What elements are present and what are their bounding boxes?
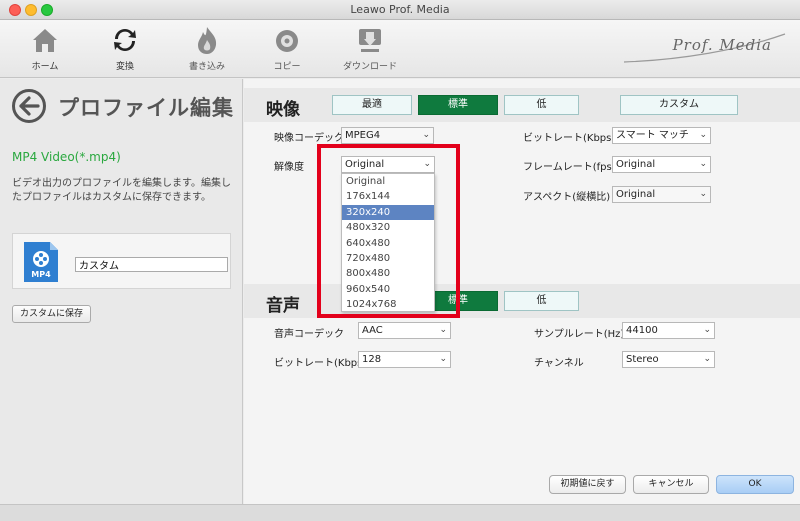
settings-panel: 映像 最適 標準 低 カスタム 映像コーデック MPEG4 ⌄ 解像度 Origi… [244,79,800,504]
channel-label: チャンネル [534,358,584,369]
main-toolbar: ホーム 変換 書き込み コピー ダウンロード Prof. Media [0,20,800,78]
reset-defaults-button[interactable]: 初期値に戻す [549,475,626,494]
profile-sidebar: プロファイル編集 MP4 Video(*.mp4) ビデオ出力のプロファイルを編… [0,79,243,504]
aspect-select[interactable]: Original ⌄ [612,186,711,203]
audio-settings: 音声コーデック AAC ⌄ ビットレート(Kbps) 128 ⌄ サンプルレート(H… [244,318,800,388]
video-quality-custom-button[interactable]: カスタム [620,95,738,115]
audio-codec-select[interactable]: AAC ⌄ [358,322,451,339]
video-quality-best-button[interactable]: 最適 [332,95,412,115]
audio-bitrate-label: ビットレート(Kbps) [274,358,367,369]
chevron-down-icon: ⌄ [699,130,707,140]
chevron-down-icon: ⌄ [703,354,711,364]
video-quality-standard-button[interactable]: 標準 [418,95,498,115]
video-bitrate-label: ビットレート(Kbps) [523,133,616,144]
toolbar-home-button[interactable]: ホーム [10,24,80,72]
flame-icon [172,24,242,56]
highlight-annotation-box [317,144,460,318]
save-custom-button[interactable]: カスタムに保存 [12,305,92,323]
video-bitrate-select[interactable]: スマート マッチ ⌄ [612,127,711,144]
disc-icon [252,24,322,56]
channel-select[interactable]: Stereo ⌄ [622,351,715,368]
profile-card: MP4 [12,233,231,289]
chevron-down-icon: ⌄ [439,325,447,335]
video-codec-select[interactable]: MPEG4 ⌄ [341,127,434,144]
chevron-down-icon: ⌄ [439,354,447,364]
toolbar-convert-button[interactable]: 変換 [90,24,160,72]
profile-name-input[interactable] [75,257,228,272]
convert-icon [90,24,160,56]
download-icon [335,24,405,56]
aspect-label: アスペクト(縦横比) [523,192,611,203]
chevron-down-icon: ⌄ [699,159,707,169]
chevron-down-icon: ⌄ [703,325,711,335]
mp4-file-icon: MP4 [22,240,60,284]
samplerate-select[interactable]: 44100 ⌄ [622,322,715,339]
brand-logo: Prof. Media [620,30,790,66]
ok-button[interactable]: OK [716,475,794,494]
resolution-label: 解像度 [274,162,304,173]
back-button[interactable] [12,89,46,123]
toolbar-burn-button[interactable]: 書き込み [172,24,242,72]
chevron-down-icon: ⌄ [699,189,707,199]
title-bar: Leawo Prof. Media [0,0,800,20]
audio-bitrate-select[interactable]: 128 ⌄ [358,351,451,368]
arrow-left-icon [19,96,40,116]
status-bar [0,504,800,521]
framerate-label: フレームレート(fps) [523,162,616,173]
home-icon [10,24,80,56]
window-title: Leawo Prof. Media [350,3,450,16]
framerate-select[interactable]: Original ⌄ [612,156,711,173]
toolbar-download-button[interactable]: ダウンロード [335,24,405,72]
audio-quality-low-button[interactable]: 低 [504,291,579,311]
page-title: プロファイル編集 [58,96,234,120]
mp4-icon-label: MP4 [31,270,51,279]
video-section-header: 映像 最適 標準 低 カスタム [244,88,800,122]
samplerate-label: サンプルレート(Hz) [534,329,625,340]
chevron-down-icon: ⌄ [422,130,430,140]
audio-codec-label: 音声コーデック [274,329,344,340]
format-name: MP4 Video(*.mp4) [12,150,121,164]
video-codec-label: 映像コーデック [274,133,344,144]
cancel-button[interactable]: キャンセル [633,475,709,494]
audio-section-label: 音声 [266,296,300,316]
video-quality-low-button[interactable]: 低 [504,95,579,115]
profile-description: ビデオ出力のプロファイルを編集します。編集したプロファイルはカスタムに保存できま… [12,178,231,203]
toolbar-copy-button[interactable]: コピー [252,24,322,72]
video-section-label: 映像 [266,100,300,120]
